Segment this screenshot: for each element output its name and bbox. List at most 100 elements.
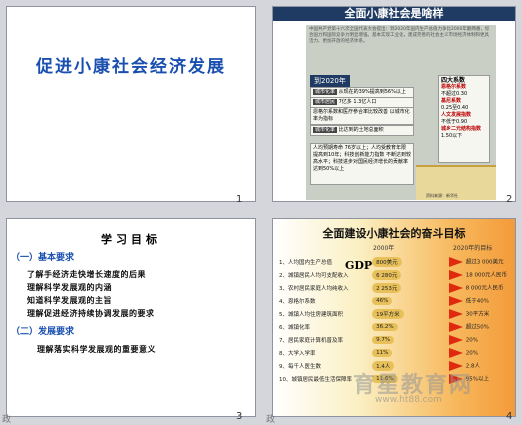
coefficient-label: 基尼系数 xyxy=(441,98,462,104)
table-row: 8、大学入学率 11% 20% xyxy=(277,346,513,359)
value-2000-text: 36.2% xyxy=(372,322,398,331)
objective-item: 理解科学发展观的内涵 xyxy=(27,283,112,292)
slide-2-thumbnail[interactable]: 全面小康社会是啥样 中国共产党第十六次全国代表大会提出：到2020年国内生产总值… xyxy=(272,6,516,202)
coefficient-label: 恩格尔系数 xyxy=(441,84,467,90)
section-heading: （一）基本要求 xyxy=(11,253,75,263)
coefficient-value: 不低于0.90 xyxy=(441,119,468,125)
value-2000-text: 46% xyxy=(372,296,393,305)
objective-item: 了解手经济走快增长速度的后果 xyxy=(27,270,146,279)
goals-table: 1、人均国内生产总值 800美元 超过3 000美元 2、城镇居民人均可支配收入 6 2… xyxy=(277,255,513,385)
slide-number: 4 xyxy=(506,411,513,422)
arrow-icon xyxy=(448,308,463,319)
info-box-text: 从现在的39%提高到56%以上 xyxy=(338,89,406,95)
year-badge: 到2020年 xyxy=(310,75,350,87)
slide-number: 1 xyxy=(236,194,243,205)
arrow-icon xyxy=(448,256,463,267)
slide-3-thumbnail[interactable]: 学习目标 （一）基本要求 了解手经济走快增长速度的后果 理解科学发展观的内涵 知… xyxy=(6,218,256,417)
arrow-icon xyxy=(448,347,463,358)
value-2020-text: 超过3 000美元 xyxy=(465,259,504,265)
goal-label: 5、城镇人均住房建筑面积 xyxy=(279,311,344,318)
coefficient-box: 四大系数 恩格尔系数 不超过0.30 基尼系数 0.25至0.40 人文发展指数… xyxy=(438,75,490,163)
goal-label: 6、城镇化率 xyxy=(279,324,310,331)
goal-label: 8、大学入学率 xyxy=(279,350,316,357)
infographic-image: 中国共产党第十六次全国代表大会提出：到2020年国内生产总值力争比2000年翻两… xyxy=(306,25,496,200)
table-row: 5、城镇人均住房建筑面积 19平方米 30平方米 xyxy=(277,307,513,320)
watermark-url: www.ht88.com xyxy=(375,395,442,405)
slide-2-header: 全面小康社会是啥样 xyxy=(273,7,515,21)
gdp-label: GDP xyxy=(345,259,373,272)
value-2000: 19平方米 xyxy=(370,307,447,320)
value-2000-text: 9.7% xyxy=(372,335,395,344)
info-box-text: 7亿多 1.3亿人口 xyxy=(338,99,377,105)
slide-1-thumbnail[interactable]: 促进小康社会经济发展 xyxy=(6,6,256,202)
value-2000: 11% xyxy=(370,346,447,359)
section-heading: （二）发展要求 xyxy=(11,327,75,337)
slide-3-title: 学习目标 xyxy=(101,233,161,246)
table-row: 7、居民家庭计算机普及率 9.7% 20% xyxy=(277,333,513,346)
info-box-highlight: 城市化率 xyxy=(313,89,338,95)
info-box: 人均预期寿命 76岁以上；人均受教育年限 提高到10年；科技创新能力指数 不断达… xyxy=(310,143,414,185)
value-2000-text: 2 253元 xyxy=(372,282,402,293)
info-box-text: 恩格尔系数和医疗参合率比较改善 以城市化率为指标 xyxy=(313,109,410,122)
column-header-2020: 2020年的目标 xyxy=(453,245,493,252)
table-row: 4、恩格尔系数 46% 低于40% xyxy=(277,294,513,307)
info-box-text: 比达到的土地总面积 xyxy=(338,127,384,133)
slide-4-thumbnail[interactable]: 全面建设小康社会的奋斗目标 2000年 2020年的目标 1、人均国内生产总值 8… xyxy=(272,218,516,417)
value-2000: 9.7% xyxy=(370,333,447,346)
value-2000-text: 800美元 xyxy=(372,256,402,267)
goal-label: 4、恩格尔系数 xyxy=(279,298,316,305)
value-2020-text: 超过50% xyxy=(465,324,489,330)
table-row: 3、农村居民家庭人均纯收入 2 253元 8 000元人民币 xyxy=(277,281,513,294)
value-2000-text: 6 280元 xyxy=(372,269,402,280)
value-2020-text: 8 000元人民币 xyxy=(465,285,504,291)
info-box: 恩格尔系数和医疗参合率比较改善 以城市化率为指标 xyxy=(310,107,414,125)
arrow-icon xyxy=(448,295,463,306)
column-header-2000: 2000年 xyxy=(373,245,395,252)
slide-number: 3 xyxy=(236,411,243,422)
value-2020: 20% xyxy=(447,333,513,346)
value-2020-text: 20% xyxy=(465,337,478,343)
coefficient-value: 0.25至0.40 xyxy=(441,105,469,111)
corner-label: 政 xyxy=(266,415,276,425)
objective-item: 知道科学发展观的主旨 xyxy=(27,296,112,305)
table-row: 1、人均国内生产总值 800美元 超过3 000美元 xyxy=(277,255,513,268)
value-2020: 30平方米 xyxy=(447,307,513,320)
coefficient-value: 不超过0.30 xyxy=(441,91,468,97)
coefficient-title: 四大系数 xyxy=(441,77,466,84)
corner-label: 政 xyxy=(2,415,12,425)
coefficient-value: 1.50以下 xyxy=(441,133,463,139)
info-box-highlight: 城市化率 xyxy=(313,127,338,133)
info-box-text: 人均预期寿命 76岁以上；人均受教育年限 提高到10年；科技创新能力指数 不断达… xyxy=(313,145,411,172)
goal-label: 7、居民家庭计算机普及率 xyxy=(279,337,344,344)
slide-4-title: 全面建设小康社会的奋斗目标 xyxy=(322,227,466,240)
value-2020-text: 18 000元人民币 xyxy=(465,272,507,278)
value-2020: 低于40% xyxy=(447,294,513,307)
value-2000: 6 280元 xyxy=(370,268,447,281)
coefficient-label: 人文发展指数 xyxy=(441,112,472,118)
value-2020: 18 000元人民币 xyxy=(447,268,513,281)
value-2020-text: 低于40% xyxy=(465,298,489,304)
coefficient-label: 城乡二元结构指数 xyxy=(441,126,482,132)
table-row: 2、城镇居民人均可支配收入 6 280元 18 000元人民币 xyxy=(277,268,513,281)
slide-1-title: 促进小康社会经济发展 xyxy=(36,57,226,77)
arrow-icon xyxy=(448,282,463,293)
arrow-icon xyxy=(448,334,463,345)
value-2020-text: 30平方米 xyxy=(465,311,490,317)
objective-item: 理解促进经济持续协调发展的要求 xyxy=(27,309,155,318)
value-2020: 20% xyxy=(447,346,513,359)
value-2000-text: 11% xyxy=(372,348,393,357)
info-box: 城市化率 比达到的土地总面积 xyxy=(310,125,414,136)
infographic-caption: 资料来源：新华社 xyxy=(426,193,458,198)
objective-item: 理解落实科学发展观的重要意义 xyxy=(37,345,156,354)
infographic-intro: 中国共产党第十六次全国代表大会提出：到2020年国内生产总值力争比2000年翻两… xyxy=(309,27,490,44)
goal-label: 3、农村居民家庭人均纯收入 xyxy=(279,285,349,292)
value-2000-text: 19平方米 xyxy=(372,308,404,319)
table-row: 6、城镇化率 36.2% 超过50% xyxy=(277,320,513,333)
value-2000: 800美元 xyxy=(370,255,447,268)
info-box-highlight: 城市居民 xyxy=(313,99,338,105)
value-2020: 8 000元人民币 xyxy=(447,281,513,294)
value-2000: 2 253元 xyxy=(370,281,447,294)
value-2020: 超过3 000美元 xyxy=(447,255,513,268)
value-2000: 36.2% xyxy=(370,320,447,333)
value-2020-text: 20% xyxy=(465,350,478,356)
